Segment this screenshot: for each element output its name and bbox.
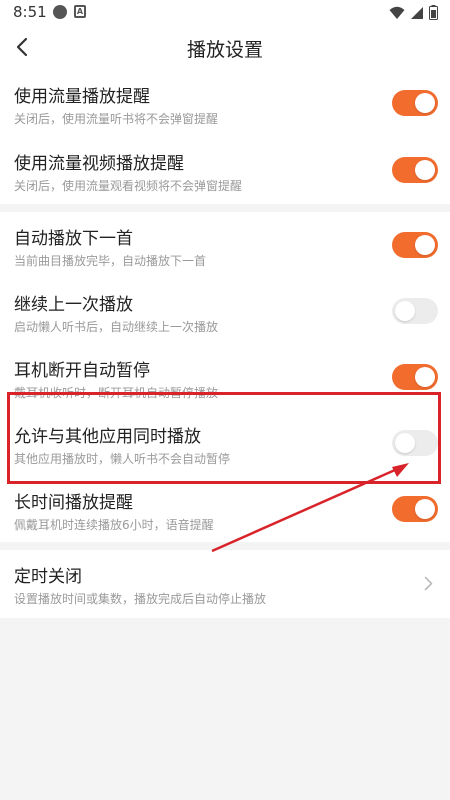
setting-row-autoplay-next: 自动播放下一首 当前曲目播放完毕，自动播放下一首 [0, 212, 450, 280]
toggle-knob [415, 367, 435, 387]
setting-title: 使用流量视频播放提醒 [14, 154, 184, 174]
setting-title: 长时间播放提醒 [14, 493, 133, 513]
toggle-switch[interactable] [392, 364, 438, 390]
status-icons [389, 5, 438, 20]
setting-subtitle: 关闭后，使用流量听书将不会弹窗提醒 [14, 112, 219, 126]
setting-row-data-video-reminder: 使用流量视频播放提醒 关闭后，使用流量观看视频将不会弹窗提醒 [0, 137, 450, 205]
toggle-switch[interactable] [392, 157, 438, 183]
setting-row-allow-concurrent: 允许与其他应用同时播放 其他应用播放时，懒人听书不会自动暂停 [0, 410, 450, 478]
status-bar: 8:51 A [0, 0, 450, 26]
notification-icon [53, 5, 67, 19]
toggle-switch[interactable] [392, 232, 438, 258]
toggle-knob [415, 235, 435, 255]
setting-title: 定时关闭 [14, 567, 82, 587]
toggle-switch[interactable] [392, 90, 438, 116]
toggle-switch[interactable] [392, 430, 438, 456]
toggle-knob [395, 433, 415, 453]
app-bar: 播放设置 [0, 26, 450, 70]
section-timer: 定时关闭 设置播放时间或集数，播放完成后自动停止播放 [0, 550, 450, 618]
setting-title: 使用流量播放提醒 [14, 87, 150, 107]
section-data-reminders: 使用流量播放提醒 关闭后，使用流量听书将不会弹窗提醒 使用流量视频播放提醒 关闭… [0, 70, 450, 204]
setting-row-resume-last: 继续上一次播放 启动懒人听书后，自动继续上一次播放 [0, 278, 450, 346]
status-time: 8:51 [13, 3, 47, 21]
page-title: 播放设置 [186, 39, 263, 61]
toggle-knob [395, 301, 415, 321]
toggle-knob [415, 499, 435, 519]
toggle-knob [415, 160, 435, 180]
setting-subtitle: 当前曲目播放完毕，自动播放下一首 [14, 254, 207, 268]
setting-row-sleep-timer[interactable]: 定时关闭 设置播放时间或集数，播放完成后自动停止播放 [0, 550, 450, 618]
setting-row-long-play-reminder: 长时间播放提醒 佩戴耳机时连续播放6小时，语音提醒 [0, 476, 450, 544]
setting-subtitle: 戴耳机收听时，断开耳机自动暂停播放 [14, 386, 219, 400]
setting-subtitle: 设置播放时间或集数，播放完成后自动停止播放 [14, 592, 267, 606]
setting-subtitle: 关闭后，使用流量观看视频将不会弹窗提醒 [14, 179, 243, 193]
battery-icon [429, 5, 438, 20]
signal-icon [411, 6, 423, 19]
chevron-right-icon [418, 570, 438, 596]
section-playback: 自动播放下一首 当前曲目播放完毕，自动播放下一首 继续上一次播放 启动懒人听书后… [0, 212, 450, 542]
setting-title: 继续上一次播放 [14, 295, 133, 315]
toggle-knob [415, 93, 435, 113]
toggle-switch[interactable] [392, 298, 438, 324]
setting-title: 耳机断开自动暂停 [14, 361, 150, 381]
toggle-switch[interactable] [392, 496, 438, 522]
setting-subtitle: 启动懒人听书后，自动继续上一次播放 [14, 320, 219, 334]
setting-row-data-play-reminder: 使用流量播放提醒 关闭后，使用流量听书将不会弹窗提醒 [0, 70, 450, 138]
setting-row-headphone-pause: 耳机断开自动暂停 戴耳机收听时，断开耳机自动暂停播放 [0, 344, 450, 412]
wifi-icon [389, 6, 405, 19]
setting-title: 自动播放下一首 [14, 229, 133, 249]
setting-subtitle: 佩戴耳机时连续播放6小时，语音提醒 [14, 518, 214, 532]
setting-subtitle: 其他应用播放时，懒人听书不会自动暂停 [14, 452, 231, 466]
notification-app-icon: A [74, 5, 86, 18]
setting-title: 允许与其他应用同时播放 [14, 427, 201, 447]
